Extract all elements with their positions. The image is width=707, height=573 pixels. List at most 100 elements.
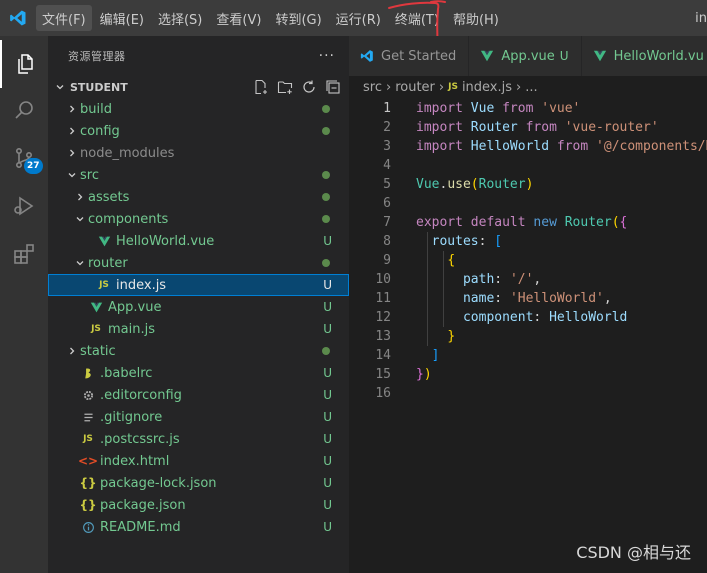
tree-file[interactable]: {} package.json U xyxy=(48,494,349,516)
line-number: 5 xyxy=(383,177,391,192)
code-text: name: 'HelloWorld', xyxy=(462,291,612,306)
code-text: } xyxy=(447,329,456,344)
collapse-all-icon[interactable] xyxy=(324,78,342,96)
more-actions-icon[interactable]: ··· xyxy=(319,48,335,64)
tree-item-label: App.vue xyxy=(108,299,162,315)
menu-bar: 文件(F) 编辑(E) 选择(S) 查看(V) 转到(G) 运行(R) 终端(T) 帮助(H)… xyxy=(0,0,707,48)
menu-item[interactable]: 运行(R) xyxy=(330,5,387,31)
menu-item[interactable]: 转到(G) xyxy=(269,5,327,31)
code-line: 2 import Router from 'vue-router' xyxy=(349,118,707,137)
tree-folder[interactable]: node_modules xyxy=(48,142,349,164)
git-status-badge: U xyxy=(323,388,332,402)
tree-folder[interactable]: components xyxy=(48,208,349,230)
file-tree: build config node_modulessrc assets componen… xyxy=(48,98,349,538)
chevron-right-icon: › xyxy=(385,79,392,95)
tree-item-label: index.js xyxy=(116,277,167,293)
breadcrumb-router[interactable]: router xyxy=(395,80,435,95)
code-line: 14 ] xyxy=(349,346,707,365)
breadcrumb-src[interactable]: src xyxy=(363,80,382,95)
tree-file[interactable]: .gitignore U xyxy=(48,406,349,428)
tab-helloworld-vue[interactable]: HelloWorld.vu xyxy=(581,36,707,76)
tree-file[interactable]: README.md U xyxy=(48,516,349,538)
tree-item-label: .gitignore xyxy=(100,409,163,425)
babel-file-icon xyxy=(80,365,96,381)
watermark: CSDN @相与还 xyxy=(576,543,691,562)
tree-file[interactable]: .editorconfig U xyxy=(48,384,349,406)
code-line: 10 path: '/', xyxy=(349,270,707,289)
js-file-icon: JS xyxy=(99,280,109,290)
git-status-badge: U xyxy=(323,300,332,314)
explorer-icon[interactable] xyxy=(0,40,48,88)
info-icon xyxy=(80,519,96,535)
menu-item[interactable]: 编辑(E) xyxy=(94,5,150,31)
tree-file[interactable]: HelloWorld.vue U xyxy=(48,230,349,252)
search-icon[interactable] xyxy=(0,86,48,134)
source-control-icon[interactable]: 27 xyxy=(0,134,48,182)
line-number: 3 xyxy=(383,139,391,154)
js-file-icon: JS xyxy=(83,434,93,444)
tree-item-label: config xyxy=(80,123,120,139)
new-file-icon[interactable] xyxy=(252,78,270,96)
menu-item[interactable]: 终端(T) xyxy=(389,5,445,31)
tree-file[interactable]: <> index.html U xyxy=(48,450,349,472)
modified-dot-icon xyxy=(322,127,330,135)
code-text: ] xyxy=(431,348,440,363)
code-line: 13 } xyxy=(349,327,707,346)
tree-item-label: node_modules xyxy=(80,145,175,161)
workspace-section-header[interactable]: STUDENT xyxy=(48,76,349,98)
tree-file[interactable]: {} package-lock.json U xyxy=(48,472,349,494)
git-status-badge: U xyxy=(323,410,332,424)
code-editor[interactable]: 1 import Vue from 'vue' 2 import Router fro… xyxy=(349,99,707,403)
new-folder-icon[interactable] xyxy=(276,78,294,96)
tree-file[interactable]: App.vue U xyxy=(48,296,349,318)
breadcrumb-file[interactable]: index.js xyxy=(462,80,512,95)
vue-file-icon xyxy=(88,299,104,315)
vue-file-icon xyxy=(96,233,112,249)
code-text: export default new Router({ xyxy=(416,215,628,230)
tree-folder[interactable]: config xyxy=(48,120,349,142)
tree-file[interactable]: JS main.js U xyxy=(48,318,349,340)
git-status-badge: U xyxy=(323,322,332,336)
code-line: 11 name: 'HelloWorld', xyxy=(349,289,707,308)
tree-folder[interactable]: src xyxy=(48,164,349,186)
extensions-icon[interactable] xyxy=(0,230,48,278)
tree-folder[interactable]: assets xyxy=(48,186,349,208)
code-text: }) xyxy=(416,367,432,382)
tree-file[interactable]: JS .postcssrc.js U xyxy=(48,428,349,450)
run-debug-icon[interactable] xyxy=(0,182,48,230)
code-line: 16 xyxy=(349,384,707,403)
sidebar-title: 资源管理器 xyxy=(68,50,126,63)
tab-app-vue[interactable]: App.vue U xyxy=(469,36,582,76)
tree-item-label: package-lock.json xyxy=(100,475,217,491)
tree-folder[interactable]: router xyxy=(48,252,349,274)
tree-folder[interactable]: static xyxy=(48,340,349,362)
chevron-right-icon xyxy=(72,189,88,205)
refresh-icon[interactable] xyxy=(300,78,318,96)
line-number: 14 xyxy=(375,348,391,363)
line-number: 15 xyxy=(375,367,391,382)
menu-item[interactable]: 帮助(H) xyxy=(447,5,505,31)
js-file-icon: JS xyxy=(448,82,458,92)
line-number: 4 xyxy=(383,158,391,173)
menu-item[interactable]: 选择(S) xyxy=(152,5,208,31)
code-line: 9 { xyxy=(349,251,707,270)
chevron-down-icon xyxy=(72,255,88,271)
code-text: import HelloWorld from '@/components/H xyxy=(416,139,707,154)
tree-item-label: components xyxy=(88,211,169,227)
menu-item[interactable]: 查看(V) xyxy=(210,5,267,31)
gitignore-file-icon xyxy=(80,409,96,425)
tree-file[interactable]: .babelrc U xyxy=(48,362,349,384)
chevron-right-icon xyxy=(64,145,80,161)
tree-folder[interactable]: build xyxy=(48,98,349,120)
menu-item[interactable]: 文件(F) xyxy=(36,5,92,31)
breadcrumb-symbol[interactable]: ... xyxy=(525,80,537,95)
tree-file[interactable]: JS index.js U xyxy=(48,274,349,296)
tab-get-started[interactable]: Get Started xyxy=(349,36,470,76)
modified-dot-icon xyxy=(322,171,330,179)
